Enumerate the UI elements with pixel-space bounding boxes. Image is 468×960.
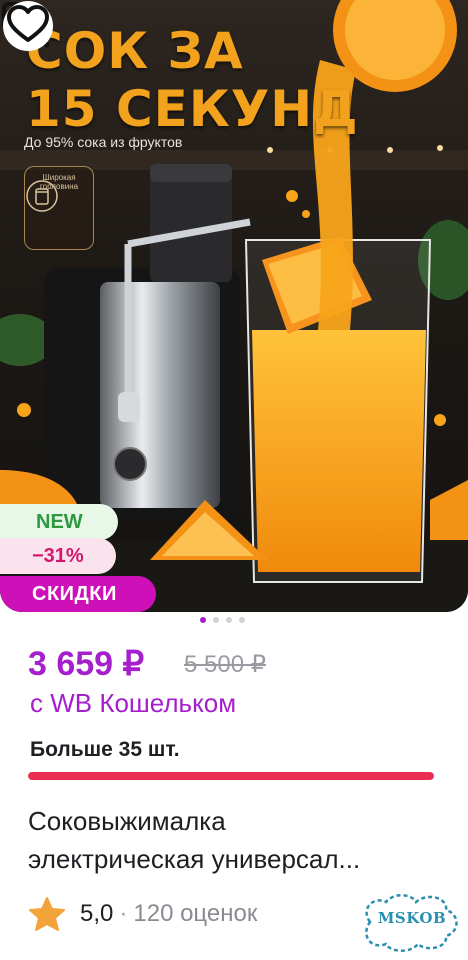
new-badge: NEW <box>0 504 118 540</box>
rating-separator: · <box>119 900 128 927</box>
stock-bar <box>28 772 434 780</box>
product-title[interactable]: Соковыжималка электрическая универсал... <box>28 802 448 878</box>
heart-outline-icon[interactable] <box>0 0 56 52</box>
product-title-line2: электрическая универсал... <box>28 844 361 874</box>
product-image[interactable]: СОК ЗА 15 СЕКУНД До 95% сока из фруктов … <box>0 0 468 612</box>
stock-text: Больше 35 шт. <box>30 738 180 761</box>
feature-badge: Широкая горловина <box>24 166 94 250</box>
promo-headline: СОК ЗА 15 СЕКУНД <box>26 22 359 138</box>
rating-count: 120 оценок <box>133 900 258 927</box>
wallet-price-note: с WB Кошельком <box>30 688 237 718</box>
current-price: 3 659 ₽ <box>28 645 145 683</box>
jar-icon <box>26 180 58 212</box>
carousel-dot[interactable] <box>239 617 245 623</box>
promo-subheadline: До 95% сока из фруктов <box>24 134 183 150</box>
product-card[interactable]: СОК ЗА 15 СЕКУНД До 95% сока из фруктов … <box>0 0 468 960</box>
rating-value: 5,0 <box>80 900 114 927</box>
carousel-dot[interactable] <box>213 617 219 623</box>
discount-badge: −31% <box>0 538 116 574</box>
stock-bar-fill <box>28 772 434 780</box>
sale-badge: СКИДКИ <box>0 576 156 612</box>
watermark-text: MSKOB <box>377 909 447 927</box>
carousel-dot[interactable] <box>226 617 232 623</box>
old-price: 5 500 ₽ <box>184 651 266 678</box>
star-icon <box>29 897 65 931</box>
product-title-line1: Соковыжималка <box>28 806 226 836</box>
carousel-dot[interactable] <box>200 617 206 623</box>
rating[interactable]: 5,0 · 120 оценок <box>28 896 257 932</box>
